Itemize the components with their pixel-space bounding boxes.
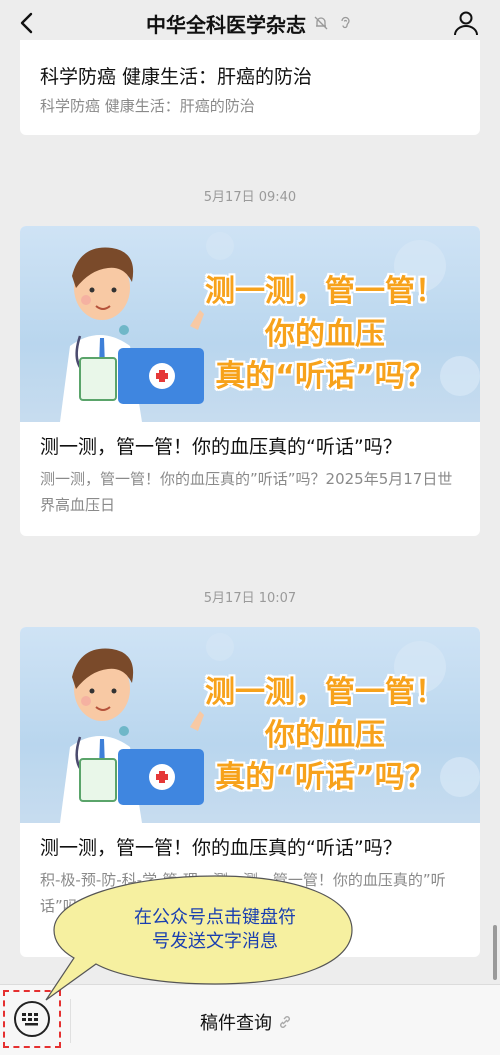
- menu-item-manuscript-query[interactable]: 稿件查询: [200, 1009, 292, 1035]
- message-timestamp: 5月17日 09:40: [203, 190, 297, 205]
- divider: [70, 999, 71, 1043]
- article-card[interactable]: 科学防癌 健康生活：肝癌的防治 科学防癌 健康生活：肝癌的防治: [20, 40, 480, 135]
- article-card[interactable]: 测一测，管一管！ 你的血压 真的“听话”吗？ 测一测，管一管！你的血压真的“听话…: [20, 627, 480, 957]
- back-button[interactable]: [12, 8, 42, 38]
- cover-headline-line: 真的“听话”吗？: [215, 760, 435, 795]
- person-icon: [454, 11, 478, 36]
- article-description: 积-极-预-防-科-学-管-理，测一测，管一管！你的血压真的”听话”吗？2025…: [40, 871, 446, 915]
- article-title: 测一测，管一管！你的血压真的“听话”吗？: [40, 837, 402, 859]
- article-title: 测一测，管一管！你的血压真的“听话”吗？: [40, 436, 402, 458]
- cover-headline-line: 你的血压: [265, 718, 385, 753]
- article-title: 科学防癌 健康生活：肝癌的防治: [40, 66, 313, 88]
- keyboard-toggle-button[interactable]: [3, 990, 61, 1048]
- keyboard-icon: [14, 1001, 50, 1037]
- cover-headline-line: 测一测，管一管！: [205, 675, 445, 710]
- bell-muted-icon: [312, 14, 330, 32]
- page-title: 中华全科医学杂志: [146, 12, 306, 37]
- scrollbar-thumb[interactable]: [493, 925, 497, 980]
- cover-headline-line: 测一测，管一管！: [205, 274, 445, 309]
- message-timestamp: 5月17日 10:07: [203, 591, 297, 606]
- title-group: 中华全科医学杂志: [146, 9, 354, 38]
- chevron-left-icon: [20, 12, 33, 34]
- article-cover-image: 测一测，管一管！ 你的血压 真的“听话”吗？: [20, 226, 480, 422]
- profile-button[interactable]: [452, 9, 480, 37]
- link-icon: [280, 1016, 290, 1028]
- bottom-menu-bar: 稿件查询: [0, 984, 500, 1055]
- article-cover-image: 测一测，管一管！ 你的血压 真的“听话”吗？: [20, 627, 480, 823]
- ear-icon: [336, 14, 354, 32]
- article-description: 科学防癌 健康生活：肝癌的防治: [40, 97, 255, 115]
- article-card[interactable]: 测一测，管一管！ 你的血压 真的“听话”吗？ 测一测，管一管！你的血压真的“听话…: [20, 226, 480, 536]
- article-description: 测一测，管一管！你的血压真的”听话”吗？2025年5月17日世界高血压日: [40, 470, 453, 514]
- cover-headline-line: 真的“听话”吗？: [215, 359, 435, 394]
- cover-headline-line: 你的血压: [265, 317, 385, 352]
- menu-item-label: 稿件查询: [200, 1013, 272, 1034]
